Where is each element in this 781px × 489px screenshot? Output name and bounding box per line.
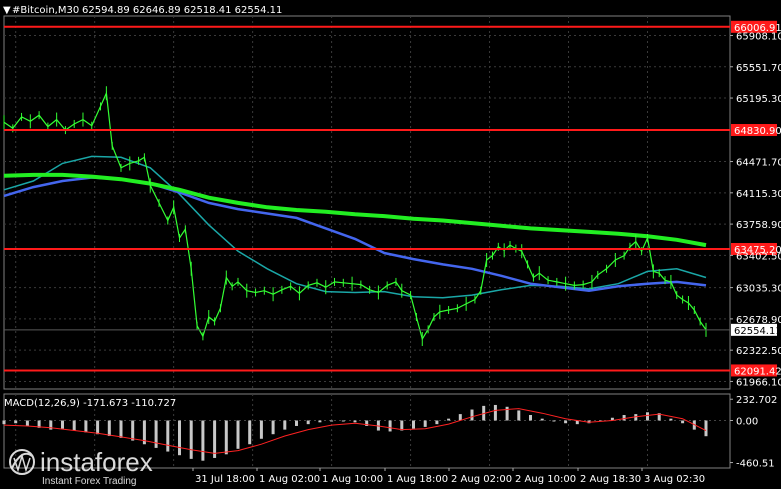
macd-histogram-bar xyxy=(704,420,708,437)
macd-histogram-bar xyxy=(669,418,673,421)
current-price-label: 62554.11 xyxy=(734,326,781,337)
macd-histogram-bar xyxy=(295,420,298,426)
macd-histogram-bar xyxy=(646,412,649,421)
macd-histogram-bar xyxy=(166,420,170,452)
time-tick-label: 31 Jul 18:00 xyxy=(195,474,255,485)
level-label: 62091.42 xyxy=(734,366,781,377)
macd-histogram-bar xyxy=(470,409,474,421)
macd-histogram-bar xyxy=(154,420,158,448)
macd-histogram-bar xyxy=(14,420,18,424)
macd-histogram-bar xyxy=(189,420,193,459)
macd-histogram-bar xyxy=(540,418,544,421)
macd-histogram-bar xyxy=(552,420,556,422)
macd-histogram-bar xyxy=(330,420,334,422)
macd-histogram-bar xyxy=(224,420,228,455)
macd-histogram-bar xyxy=(283,420,287,430)
chart-background xyxy=(0,0,781,489)
macd-histogram-bar xyxy=(25,420,29,426)
macd-histogram-bar xyxy=(107,420,111,437)
macd-histogram-bar xyxy=(271,420,275,435)
price-tick-label: 65908.10 xyxy=(736,31,781,42)
ohlc-readout: 62594.89 62646.89 62518.41 62554.11 xyxy=(82,5,282,16)
price-tick-label: 61966.10 xyxy=(736,377,781,388)
macd-histogram-bar xyxy=(681,420,685,424)
macd-histogram-bar xyxy=(564,420,568,424)
macd-histogram-bar xyxy=(213,420,217,458)
macd-histogram-bar xyxy=(84,420,88,433)
macd-label: MACD(12,26,9) -171.673 -110.727 xyxy=(4,398,176,409)
time-tick-label: 2 Aug 10:00 xyxy=(515,474,576,485)
macd-histogram-bar xyxy=(529,415,532,421)
macd-histogram-bar xyxy=(622,415,626,421)
macd-tick-label: 0.00 xyxy=(736,416,758,427)
macd-histogram-bar xyxy=(353,420,357,423)
macd-histogram-bar xyxy=(493,404,497,421)
macd-histogram-bar xyxy=(72,420,76,431)
time-tick-label: 1 Aug 18:00 xyxy=(387,474,448,485)
price-tick-label: 62322.50 xyxy=(736,346,781,357)
macd-histogram-bar xyxy=(435,420,439,425)
macd-histogram-bar xyxy=(412,420,415,429)
macd-histogram-bar xyxy=(236,420,240,449)
macd-histogram-bar xyxy=(201,420,205,461)
trading-chart: 66006.9164830.9063475.2062091.4262554.11… xyxy=(0,0,781,489)
price-tick-label: 63402.50 xyxy=(736,251,781,262)
brand-name: instaforex xyxy=(40,447,153,477)
price-tick-label: 64115.30 xyxy=(736,189,781,200)
level-label: 64830.90 xyxy=(734,126,781,137)
macd-histogram-bar xyxy=(178,420,181,456)
macd-histogram-bar xyxy=(447,418,451,421)
macd-tick-label: -460.51 xyxy=(736,459,775,470)
macd-histogram-bar xyxy=(61,420,64,429)
bitcoin-icon: ▼ xyxy=(3,5,11,16)
macd-histogram-bar xyxy=(517,410,521,421)
price-tick-label: 62678.90 xyxy=(736,315,781,326)
macd-histogram-bar xyxy=(131,420,135,441)
price-tick-label: 63758.90 xyxy=(736,220,781,231)
time-tick-label: 2 Aug 18:30 xyxy=(580,474,641,485)
macd-histogram-bar xyxy=(388,420,392,432)
time-tick-label: 1 Aug 10:00 xyxy=(322,474,383,485)
price-tick-label: 63035.30 xyxy=(736,284,781,295)
macd-histogram-bar xyxy=(259,420,263,439)
brand-tagline: Instant Forex Trading xyxy=(42,476,137,487)
time-tick-label: 1 Aug 02:00 xyxy=(259,474,320,485)
symbol-title: #Bitcoin,M30 xyxy=(12,5,79,16)
time-tick-label: 2 Aug 02:00 xyxy=(451,474,512,485)
macd-histogram-bar xyxy=(306,420,310,425)
macd-histogram-bar xyxy=(318,420,322,423)
time-tick-label: 3 Aug 02:30 xyxy=(644,474,705,485)
price-tick-label: 64471.70 xyxy=(736,158,781,169)
macd-histogram-bar xyxy=(423,420,427,427)
macd-histogram-bar xyxy=(96,420,100,435)
price-tick-label: 65195.30 xyxy=(736,94,781,105)
macd-histogram-bar xyxy=(505,406,509,421)
price-tick-label: 65551.70 xyxy=(736,63,781,74)
macd-histogram-bar xyxy=(2,420,6,425)
macd-histogram-bar xyxy=(119,420,123,438)
macd-histogram-bar xyxy=(341,420,345,422)
macd-histogram-bar xyxy=(248,420,252,445)
macd-tick-label: 232.702 xyxy=(736,395,777,406)
macd-histogram-bar xyxy=(458,414,462,421)
